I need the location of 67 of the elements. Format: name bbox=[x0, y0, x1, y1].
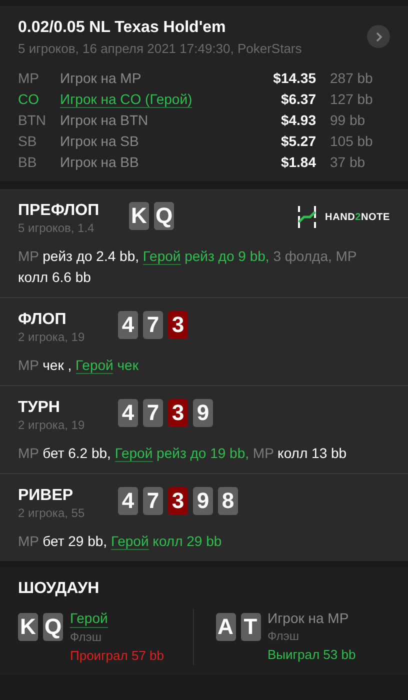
playing-card: 7 bbox=[143, 311, 163, 339]
result-text: Выиграл 53 bb bbox=[268, 646, 356, 664]
playing-card: T bbox=[240, 613, 260, 641]
street-title: ФЛОП bbox=[18, 310, 68, 330]
playing-card: 4 bbox=[118, 399, 138, 427]
playing-card: 3 bbox=[168, 311, 188, 339]
playing-card: 4 bbox=[118, 311, 138, 339]
player-name: Игрок на MP bbox=[60, 70, 142, 86]
player-position: CO bbox=[18, 90, 40, 109]
player-stack: $14.35 bbox=[273, 69, 317, 88]
player-name: Игрок на MP bbox=[268, 609, 349, 627]
next-button[interactable] bbox=[367, 25, 390, 48]
hand-title: 0.02/0.05 NL Texas Hold'em bbox=[18, 18, 226, 38]
player-stack: $4.93 bbox=[280, 111, 317, 130]
street-title: ПРЕФЛОП bbox=[18, 201, 100, 221]
action-line: MP рейз до 2.4 bb, Герой рейз до 9 bb, 3 фолда, MP колл 6.6 bb bbox=[18, 247, 358, 287]
showdown-title: ШОУДАУН bbox=[18, 579, 100, 599]
player-link[interactable]: Игрок на CO (Герой) bbox=[60, 91, 192, 108]
player-position: SB bbox=[18, 132, 38, 151]
playing-card: 7 bbox=[143, 399, 163, 427]
street-info: 2 игрока, 19 bbox=[18, 418, 86, 433]
hand-rank: Флэш bbox=[70, 629, 102, 645]
action-line: MP бет 29 bb, Герой колл 29 bb bbox=[18, 532, 223, 552]
hero-link[interactable]: Герой bbox=[142, 248, 181, 265]
playing-card: K bbox=[18, 613, 38, 641]
player-stack-bb: 105 bb bbox=[330, 132, 374, 151]
hand-rank: Флэш bbox=[268, 628, 299, 644]
hero-link[interactable]: Герой bbox=[114, 445, 153, 462]
player-stack: $6.37 bbox=[280, 90, 317, 109]
result-text: Проиграл 57 bb bbox=[70, 647, 164, 665]
player-position: BB bbox=[18, 153, 38, 172]
playing-card: 4 bbox=[118, 487, 138, 515]
playing-card: 9 bbox=[193, 399, 213, 427]
action-line: MP чек , Герой чек bbox=[18, 356, 140, 376]
street-info: 5 игроков, 1.4 bbox=[18, 221, 96, 236]
hand-subtitle: 5 игроков, 16 апреля 2021 17:49:30, PokerStars bbox=[18, 40, 303, 58]
player-stack-bb: 287 bb bbox=[330, 69, 374, 88]
playing-card: Q bbox=[154, 202, 174, 230]
player-position: BTN bbox=[18, 111, 47, 130]
chevron-right-icon bbox=[374, 32, 384, 42]
player-stack: $5.27 bbox=[280, 132, 317, 151]
action-line: MP бет 6.2 bb, Герой рейз до 19 bb, MP колл 13 bb bbox=[18, 444, 348, 464]
playing-card: 9 bbox=[193, 487, 213, 515]
street-info: 2 игрока, 19 bbox=[18, 330, 86, 345]
hero-link[interactable]: Герой bbox=[110, 533, 149, 550]
street-info: 2 игрока, 55 bbox=[18, 506, 86, 521]
street-title: РИВЕР bbox=[18, 486, 74, 506]
player-stack-bb: 99 bb bbox=[330, 111, 366, 130]
player-position: MP bbox=[18, 69, 40, 88]
playing-card: A bbox=[216, 613, 236, 641]
player-stack-bb: 37 bb bbox=[330, 153, 366, 172]
street-title: ТУРН bbox=[18, 398, 61, 418]
playing-card: 3 bbox=[168, 399, 188, 427]
logo-wordmark: HAND2NOTE bbox=[325, 210, 390, 224]
playing-card: K bbox=[129, 202, 149, 230]
playing-card: 3 bbox=[168, 487, 188, 515]
playing-card: Q bbox=[43, 613, 63, 641]
logo-icon bbox=[297, 206, 318, 228]
player-name: Игрок на SB bbox=[60, 133, 139, 149]
hero-link[interactable]: Герой bbox=[76, 357, 114, 374]
player-name: Игрок на BTN bbox=[60, 112, 148, 128]
playing-card: 8 bbox=[218, 487, 238, 515]
player-stack-bb: 127 bb bbox=[330, 90, 374, 109]
player-name: Игрок на BB bbox=[60, 154, 139, 170]
playing-card: 7 bbox=[143, 487, 163, 515]
player-link[interactable]: Герой bbox=[70, 609, 108, 628]
player-stack: $1.84 bbox=[280, 153, 317, 172]
